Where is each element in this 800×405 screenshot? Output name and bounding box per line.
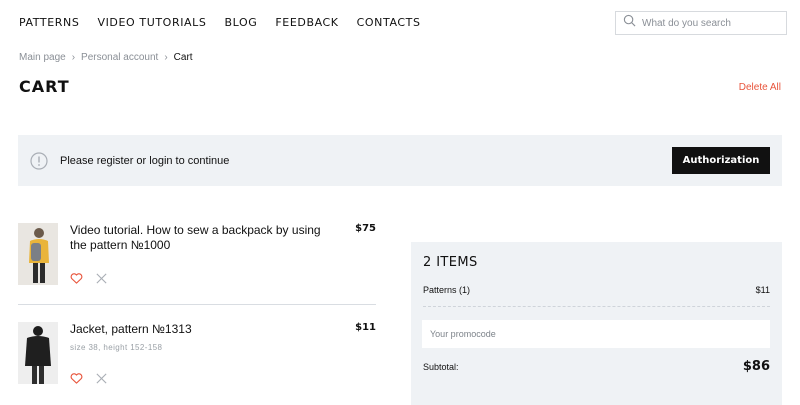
authorization-button[interactable]: Authorization	[672, 147, 770, 174]
breadcrumb-separator: ›	[164, 52, 168, 63]
alert-message: Please register or login to continue	[60, 154, 230, 167]
search-box	[615, 11, 787, 35]
page-title: CART	[19, 77, 70, 96]
nav-patterns[interactable]: PATTERNS	[19, 16, 79, 29]
breadcrumb: Main page › Personal account › Cart	[19, 52, 193, 63]
close-icon[interactable]	[95, 272, 108, 290]
summary-row: Patterns (1) $11	[423, 285, 770, 295]
exclamation-icon	[30, 151, 48, 170]
dashed-divider	[423, 306, 770, 307]
cart-item: Video tutorial. How to sew a backpack by…	[18, 223, 376, 287]
summary-title: 2 ITEMS	[423, 255, 478, 270]
summary-row-value: $11	[755, 285, 770, 295]
product-price: $11	[355, 322, 376, 333]
nav-blog[interactable]: BLOG	[224, 16, 257, 29]
summary-row-label: Patterns (1)	[423, 285, 471, 295]
product-title[interactable]: Video tutorial. How to sew a backpack by…	[70, 223, 330, 253]
product-actions	[70, 272, 108, 290]
breadcrumb-cart: Cart	[173, 52, 193, 63]
nav-contacts[interactable]: CONTACTS	[357, 16, 421, 29]
breadcrumb-main-page[interactable]: Main page	[19, 52, 66, 63]
product-actions	[70, 372, 108, 390]
login-alert: Please register or login to continue Aut…	[18, 135, 782, 186]
order-summary: 2 ITEMS Patterns (1) $11 Subtotal: $86	[411, 242, 782, 405]
breadcrumb-personal-account[interactable]: Personal account	[81, 52, 158, 63]
heart-icon[interactable]	[70, 372, 83, 390]
heart-icon[interactable]	[70, 272, 83, 290]
subtotal-value: $86	[742, 359, 770, 374]
product-image-jacket[interactable]	[18, 322, 58, 384]
nav-feedback[interactable]: FEEDBACK	[275, 16, 338, 29]
item-divider	[18, 304, 376, 305]
delete-all-button[interactable]: Delete All	[739, 82, 781, 93]
subtotal-label: Subtotal:	[423, 362, 459, 372]
promocode-input[interactable]	[422, 320, 770, 348]
main-nav: PATTERNS VIDEO TUTORIALS BLOG FEEDBACK C…	[19, 16, 421, 29]
product-title[interactable]: Jacket, pattern №1313	[70, 322, 330, 337]
nav-video-tutorials[interactable]: VIDEO TUTORIALS	[97, 16, 206, 29]
close-icon[interactable]	[95, 372, 108, 390]
search-input[interactable]	[642, 17, 782, 29]
product-image-backpack[interactable]	[18, 223, 58, 285]
product-price: $75	[355, 223, 376, 234]
search-icon[interactable]	[623, 14, 636, 32]
breadcrumb-separator: ›	[71, 52, 76, 63]
product-size: size 38, height 152-158	[70, 343, 163, 352]
cart-item: Jacket, pattern №1313 $11 size 38, heigh…	[18, 322, 376, 386]
